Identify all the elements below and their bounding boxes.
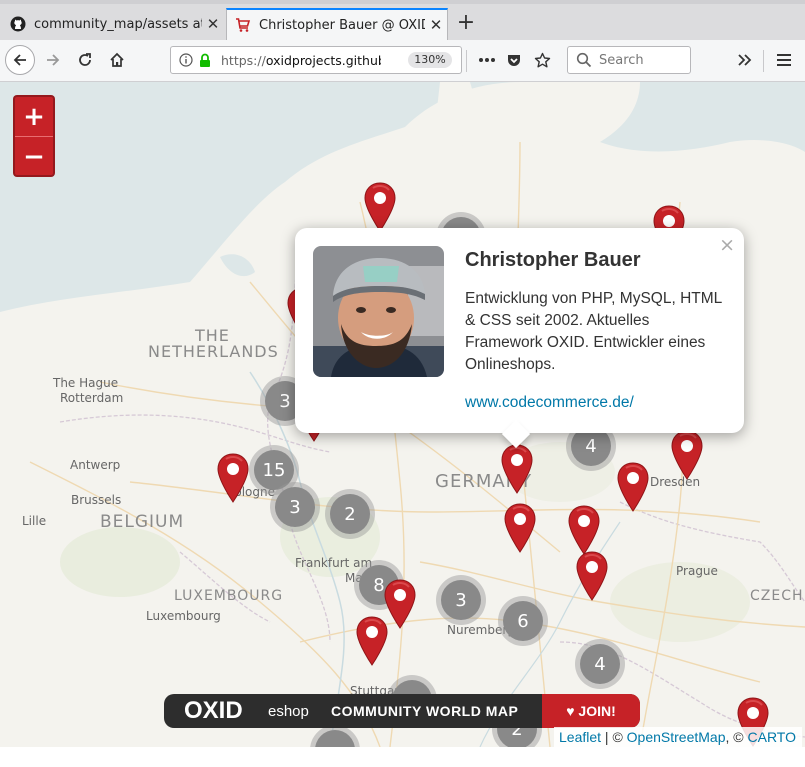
zoom-indicator[interactable]: 130%: [408, 52, 452, 68]
oxid-logo: OXID: [184, 697, 243, 724]
map-pin-marker[interactable]: [503, 503, 537, 553]
pocket-button[interactable]: [500, 46, 528, 74]
url-text: https://oxidprojects.github.i: [221, 53, 381, 68]
toolbar-divider: [763, 50, 764, 72]
window-bottom-edge: [0, 747, 805, 767]
map-pin-marker[interactable]: [670, 430, 704, 480]
banner-title: COMMUNITY WORLD MAP: [331, 703, 519, 719]
member-popup: × Christopher Bauer Entwicklung von PHP,…: [295, 228, 744, 449]
member-website-link[interactable]: www.codecommerce.de/: [465, 394, 634, 412]
toolbar-divider: [466, 50, 467, 72]
zoom-out-button[interactable]: −: [15, 137, 53, 175]
close-icon[interactable]: ×: [719, 234, 735, 256]
map-pin-marker[interactable]: [216, 453, 250, 503]
hamburger-menu-button[interactable]: [770, 46, 798, 74]
member-avatar: [313, 246, 444, 377]
page-actions-button[interactable]: [473, 46, 501, 74]
member-description: Entwicklung von PHP, MySQL, HTML & CSS s…: [465, 290, 722, 373]
city-label: Lille: [22, 514, 47, 528]
cluster-marker[interactable]: 3: [270, 482, 320, 532]
country-label: BELGIUM: [100, 512, 185, 532]
leaflet-link[interactable]: Leaflet: [559, 729, 601, 745]
arrow-left-icon: [13, 54, 26, 66]
arrow-right-icon: [47, 54, 60, 66]
close-tab-icon[interactable]: ✕: [425, 16, 447, 34]
city-label: Rotterdam: [60, 391, 124, 405]
url-scheme: https://: [221, 53, 266, 68]
hamburger-icon: [777, 54, 791, 66]
tab-label: Christopher Bauer @ OXID Community World…: [259, 17, 425, 33]
city-label: Luxembourg: [146, 609, 221, 623]
attribution-separator: | ©: [601, 729, 627, 745]
pocket-icon: [508, 55, 520, 66]
city-label: Brussels: [71, 493, 122, 507]
map-attribution: Leaflet | © OpenStreetMap, © CARTO: [554, 727, 802, 747]
country-label: CZECH: [750, 588, 804, 604]
reload-button[interactable]: [71, 46, 99, 74]
map-pin-marker[interactable]: [575, 551, 609, 601]
city-label: The Hague: [53, 376, 119, 390]
country-label: NETHERLANDS: [148, 342, 279, 361]
attribution-separator: , ©: [725, 729, 748, 745]
tab-label: community_map/assets at master: [34, 16, 202, 32]
github-icon: [10, 16, 26, 32]
forward-button[interactable]: [39, 46, 67, 74]
city-label: Antwerp: [70, 458, 121, 472]
tab-strip: community_map/assets at master ✕ Christo…: [0, 4, 805, 40]
url-host: oxidprojects.github.i: [265, 53, 381, 68]
tab-community-map-assets[interactable]: community_map/assets at master ✕: [0, 8, 224, 40]
community-banner[interactable]: OXID eshop COMMUNITY WORLD MAP ♥ JOIN!: [164, 694, 640, 728]
tab-christopher-bauer[interactable]: Christopher Bauer @ OXID Community World…: [226, 8, 448, 40]
close-tab-icon[interactable]: ✕: [202, 15, 224, 33]
map-pin-marker[interactable]: [500, 444, 534, 494]
map-pin-marker[interactable]: [355, 616, 389, 666]
double-chevron-right-icon: [738, 54, 752, 66]
reload-icon: [79, 53, 91, 66]
cluster-marker[interactable]: 6: [498, 596, 548, 646]
cluster-marker[interactable]: 4: [575, 639, 625, 689]
zoom-control: + −: [13, 95, 55, 177]
overflow-menu-button[interactable]: [731, 46, 759, 74]
zoom-in-button[interactable]: +: [15, 97, 53, 137]
search-placeholder: Search: [599, 53, 644, 68]
search-input[interactable]: Search: [567, 46, 691, 74]
cluster-marker[interactable]: 3: [436, 575, 486, 625]
home-button[interactable]: [103, 46, 131, 74]
city-label: Prague: [676, 564, 718, 578]
search-icon: [576, 52, 592, 72]
new-tab-button[interactable]: +: [455, 12, 477, 36]
carto-link[interactable]: CARTO: [748, 729, 797, 745]
map-pin-marker[interactable]: [616, 462, 650, 512]
map-pin-marker[interactable]: [567, 505, 601, 555]
back-button[interactable]: [5, 45, 35, 75]
map-view[interactable]: THE NETHERLANDS BELGIUM GERMANY LUXEMBOU…: [0, 82, 805, 747]
navigation-toolbar: https://oxidprojects.github.i 130% Searc…: [0, 40, 805, 82]
eshop-label: eshop: [268, 703, 309, 720]
map-pin-marker[interactable]: [363, 182, 397, 232]
star-icon: [534, 52, 550, 67]
info-icon[interactable]: [179, 53, 193, 71]
member-name: Christopher Bauer: [465, 249, 641, 271]
join-button[interactable]: ♥ JOIN!: [542, 694, 640, 728]
url-bar[interactable]: https://oxidprojects.github.i 130%: [170, 46, 462, 74]
home-icon: [110, 52, 124, 67]
cluster-marker[interactable]: 2: [325, 489, 375, 539]
cart-icon: [235, 17, 251, 33]
country-label: LUXEMBOURG: [174, 588, 284, 604]
lock-icon[interactable]: [198, 53, 212, 72]
bookmark-star-button[interactable]: [528, 46, 556, 74]
openstreetmap-link[interactable]: OpenStreetMap: [627, 729, 726, 745]
ellipsis-icon: [479, 58, 495, 62]
